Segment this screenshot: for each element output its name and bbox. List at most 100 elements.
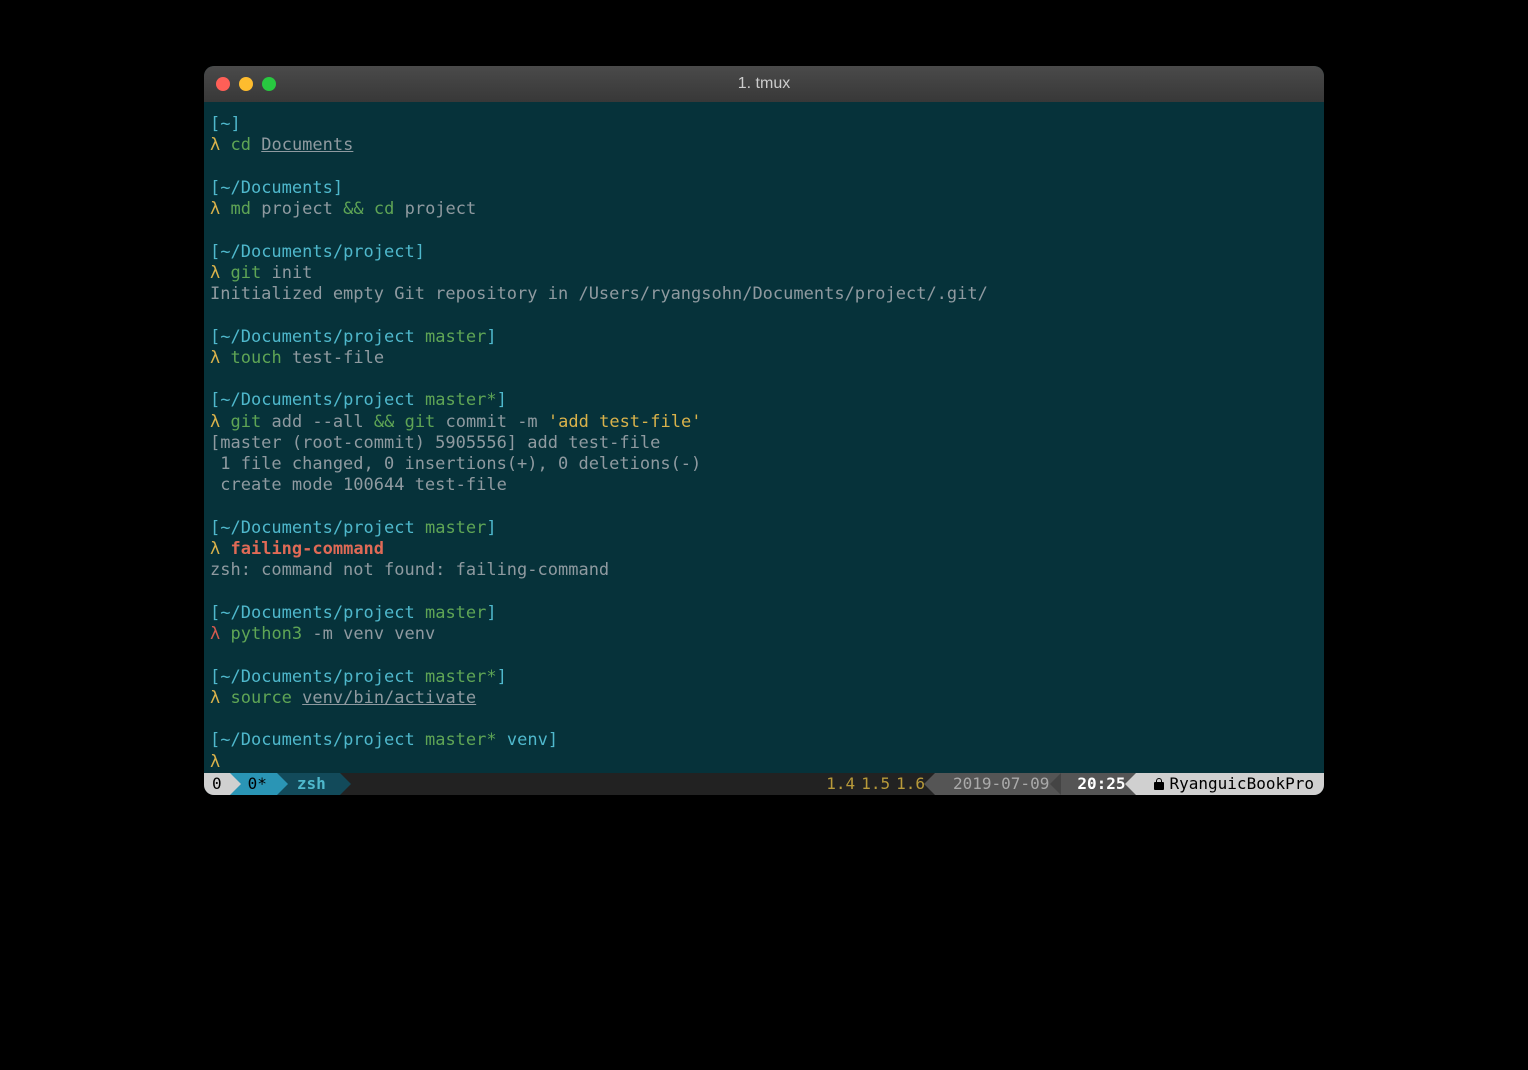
- command-line: λ touch test-file: [210, 348, 1318, 369]
- blank-line: [210, 582, 1318, 603]
- maximize-icon[interactable]: [262, 77, 276, 91]
- branch: master*: [425, 730, 497, 750]
- bracket-open: [: [210, 730, 220, 750]
- statusbar-right: 1.4 1.5 1.6 2019-07-09 20:25 RyanguicBoo…: [816, 773, 1324, 795]
- argument: -m venv venv: [312, 624, 435, 644]
- prompt-lambda: λ: [210, 348, 220, 368]
- prompt-lambda: λ: [210, 539, 220, 559]
- bracket-close: ]: [486, 327, 496, 347]
- window-number: 0*: [248, 774, 267, 793]
- bracket-open: [: [210, 114, 220, 134]
- output-line: [master (root-commit) 5905556] add test-…: [210, 433, 1318, 454]
- bracket-close: ]: [497, 390, 507, 410]
- bracket-open: [: [210, 178, 220, 198]
- blank-line: [210, 497, 1318, 518]
- date-text: 2019-07-09: [953, 774, 1049, 793]
- load-avg-3: 1.6: [896, 774, 925, 793]
- bracket-close: ]: [231, 114, 241, 134]
- output-line: 1 file changed, 0 insertions(+), 0 delet…: [210, 454, 1318, 475]
- tmux-statusbar: 0 0* zsh 1.4 1.5 1.6 2019-07-09 20:25 Ry…: [204, 773, 1324, 795]
- command-line: λ python3 -m venv venv: [210, 624, 1318, 645]
- time-text: 20:25: [1077, 774, 1125, 793]
- prompt-lambda: λ: [210, 412, 220, 432]
- bracket-close: ]: [548, 730, 558, 750]
- terminal-window: 1. tmux [~] λ cd Documents [~/Documents]…: [204, 66, 1324, 795]
- bracket-close: ]: [415, 242, 425, 262]
- argument: commit -m: [446, 412, 538, 432]
- argument: project: [405, 199, 477, 219]
- path: ~/Documents/project: [220, 603, 414, 623]
- window-titlebar[interactable]: 1. tmux: [204, 66, 1324, 102]
- path: ~/Documents/project: [220, 390, 414, 410]
- statusbar-date: 2019-07-09: [935, 773, 1061, 795]
- pane-name: zsh: [297, 774, 326, 793]
- terminal-area[interactable]: [~] λ cd Documents [~/Documents] λ md pr…: [204, 102, 1324, 773]
- path: ~/Documents/project: [220, 327, 414, 347]
- command-failing: failing-command: [231, 539, 385, 559]
- close-icon[interactable]: [216, 77, 230, 91]
- statusbar-spacer: [340, 773, 816, 795]
- bracket-close: ]: [497, 667, 507, 687]
- bracket-close: ]: [486, 518, 496, 538]
- prompt-lambda-error: λ: [210, 624, 220, 644]
- window-title: 1. tmux: [204, 75, 1324, 93]
- blank-line: [210, 220, 1318, 241]
- command: python3: [231, 624, 303, 644]
- blank-line: [210, 709, 1318, 730]
- minimize-icon[interactable]: [239, 77, 253, 91]
- bracket-close: ]: [333, 178, 343, 198]
- statusbar-load: 1.4 1.5 1.6: [816, 773, 935, 795]
- cursor-line[interactable]: λ: [210, 752, 1318, 773]
- prompt-lambda: λ: [210, 752, 220, 772]
- bracket-open: [: [210, 390, 220, 410]
- lock-icon: [1154, 778, 1164, 790]
- command-line: λ source venv/bin/activate: [210, 688, 1318, 709]
- argument: test-file: [292, 348, 384, 368]
- statusbar-left: 0 0* zsh: [204, 773, 340, 795]
- command: git: [405, 412, 436, 432]
- command-line: λ git init: [210, 263, 1318, 284]
- branch: master*: [425, 667, 497, 687]
- path: ~: [220, 114, 230, 134]
- operator: &&: [374, 412, 394, 432]
- command-line: λ git add --all && git commit -m 'add te…: [210, 412, 1318, 433]
- prompt-line: [~/Documents/project master*]: [210, 390, 1318, 411]
- prompt-lambda: λ: [210, 688, 220, 708]
- blank-line: [210, 645, 1318, 666]
- output-line: zsh: command not found: failing-command: [210, 560, 1318, 581]
- path: ~/Documents/project: [220, 242, 414, 262]
- argument: add --all: [271, 412, 363, 432]
- load-avg-2: 1.5: [861, 774, 890, 793]
- branch: master: [425, 327, 486, 347]
- branch: master: [425, 518, 486, 538]
- command: git: [231, 412, 262, 432]
- prompt-line: [~/Documents/project]: [210, 242, 1318, 263]
- argument: init: [271, 263, 312, 283]
- prompt-lambda: λ: [210, 135, 220, 155]
- blank-line: [210, 369, 1318, 390]
- hostname: RyanguicBookPro: [1170, 774, 1315, 793]
- branch: master*: [425, 390, 497, 410]
- argument: Documents: [261, 135, 353, 155]
- path: ~/Documents: [220, 178, 333, 198]
- command-line: λ cd Documents: [210, 135, 1318, 156]
- session-number: 0: [212, 774, 222, 793]
- prompt-lambda: λ: [210, 199, 220, 219]
- output-line: create mode 100644 test-file: [210, 475, 1318, 496]
- command: cd: [231, 135, 251, 155]
- load-avg-1: 1.4: [826, 774, 855, 793]
- command-line: λ failing-command: [210, 539, 1318, 560]
- prompt-line: [~/Documents/project master]: [210, 603, 1318, 624]
- command-line: λ md project && cd project: [210, 199, 1318, 220]
- output-line: Initialized empty Git repository in /Use…: [210, 284, 1318, 305]
- statusbar-session[interactable]: 0: [204, 773, 230, 795]
- bracket-open: [: [210, 327, 220, 347]
- blank-line: [210, 305, 1318, 326]
- bracket-close: ]: [486, 603, 496, 623]
- prompt-line: [~]: [210, 114, 1318, 135]
- traffic-lights: [216, 77, 276, 91]
- path: ~/Documents/project: [220, 730, 414, 750]
- command: md: [231, 199, 251, 219]
- blank-line: [210, 157, 1318, 178]
- argument: project: [261, 199, 333, 219]
